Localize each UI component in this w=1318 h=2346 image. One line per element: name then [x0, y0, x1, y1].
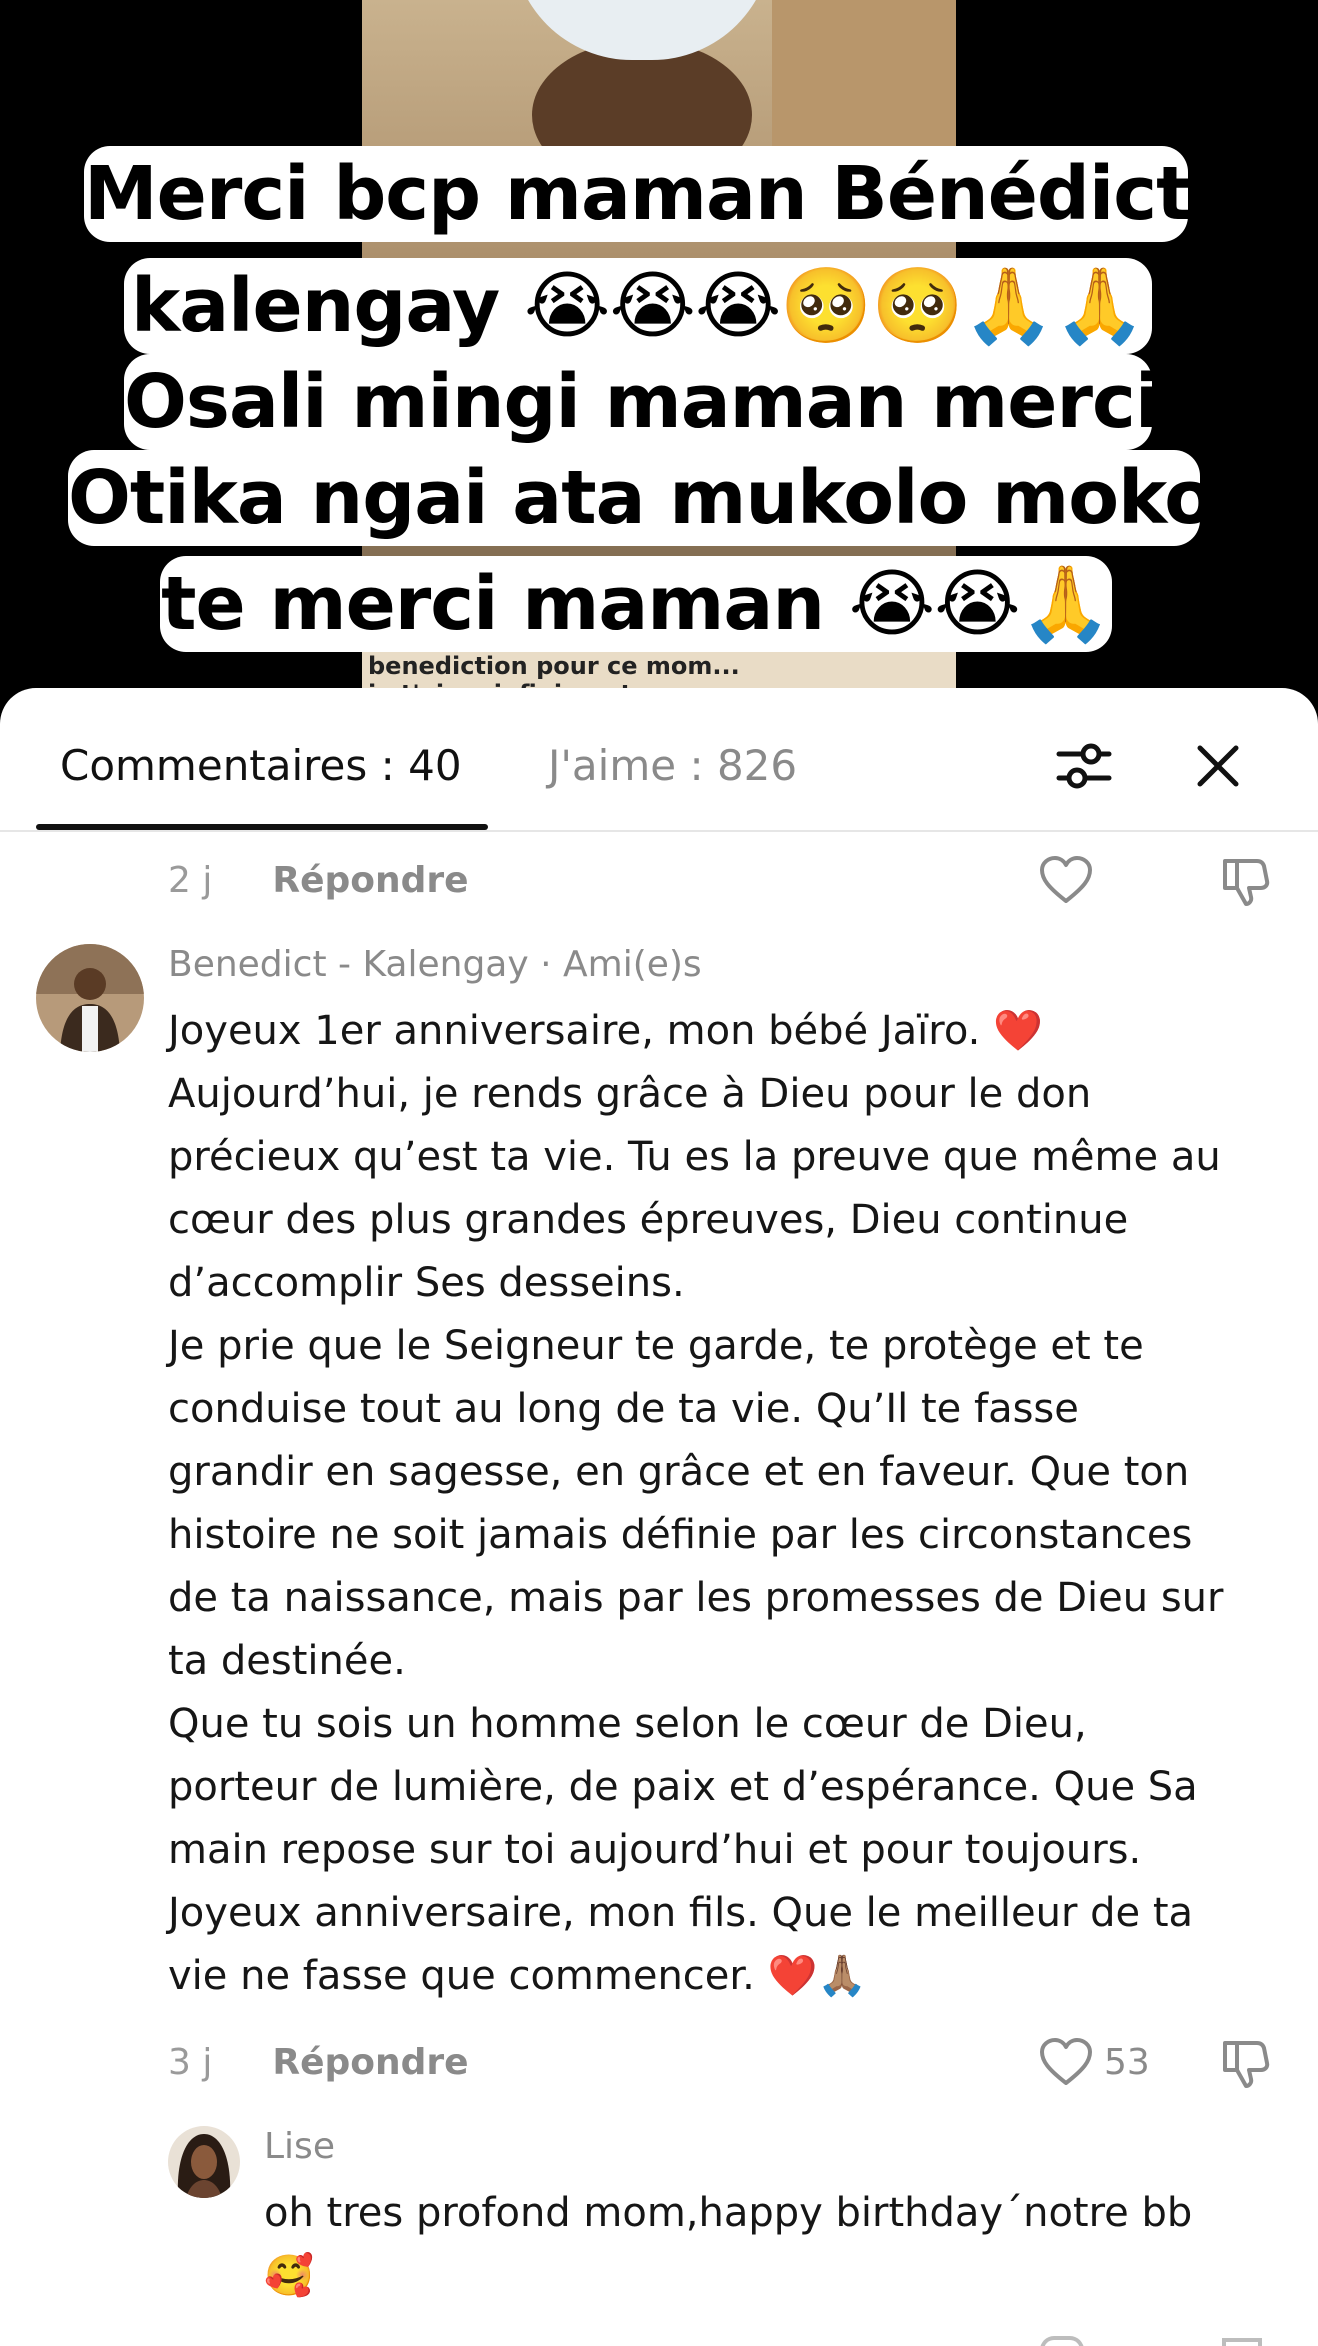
comments-sheet: Commentaires : 40 J'aime : 826 2 j Répon… [0, 688, 1318, 2346]
reply-author[interactable]: Lise [264, 2126, 335, 2167]
heart-outline-icon[interactable] [1040, 2336, 1084, 2346]
reply-text: oh tres profond mom,happy birthday´notre… [264, 2190, 1193, 2299]
video-background [772, 0, 956, 170]
tab-bar: Commentaires : 40 J'aime : 826 [0, 688, 1318, 832]
caption-line-1: Merci bcp maman Bénédict [84, 146, 1191, 242]
avatar[interactable] [36, 944, 144, 1052]
reply-button[interactable]: Répondre [272, 860, 468, 901]
close-icon[interactable] [1182, 730, 1254, 802]
like-count: 53 [1104, 2041, 1150, 2083]
caption-line-3: Osali mingi maman merci [124, 354, 1160, 450]
video-subject-cap [512, 0, 772, 60]
thumbs-down-icon [1223, 2041, 1270, 2088]
caption-line-2: kalengay 😭😭😭🥺🥺🙏🙏 [124, 258, 1152, 354]
comment-author[interactable]: Benedict - Kalengay · Ami(e)s [168, 944, 702, 985]
comment-time: 3 j [168, 2041, 213, 2083]
like-button[interactable] [1038, 850, 1094, 910]
like-button[interactable]: 53 [1038, 2032, 1150, 2092]
heart-outline-icon [1040, 856, 1092, 903]
sliders-icon[interactable] [1048, 730, 1120, 802]
comment-time: 2 j [168, 859, 213, 901]
dislike-button[interactable] [1216, 2032, 1276, 2092]
comment-text: Joyeux 1er anniversaire, mon bébé Jaïro.… [168, 1008, 1224, 1999]
caption-line-5: te merci maman 😭😭🙏 [160, 556, 1112, 652]
dislike-button[interactable] [1216, 850, 1276, 910]
tab-likes[interactable]: J'aime : 826 [548, 738, 797, 794]
previous-comment-meta: 2 j Répondre [168, 852, 469, 908]
heart-outline-icon [1040, 2038, 1092, 2085]
ticker-line-1: benediction pour ce mom... [368, 652, 740, 680]
active-tab-indicator [36, 824, 488, 830]
reply-avatar[interactable] [168, 2126, 240, 2198]
comment-meta: 3 j Répondre [168, 2034, 469, 2090]
video-player[interactable]: benediction pour ce mom... je t'aime inf… [0, 0, 1318, 720]
tab-comments[interactable]: Commentaires : 40 [60, 738, 462, 794]
caption-line-4: Otika ngai ata mukolo moko [68, 450, 1215, 546]
thumbs-down-icon[interactable] [1222, 2338, 1262, 2346]
thumbs-down-icon [1223, 859, 1270, 906]
reply-button[interactable]: Répondre [272, 2042, 468, 2083]
